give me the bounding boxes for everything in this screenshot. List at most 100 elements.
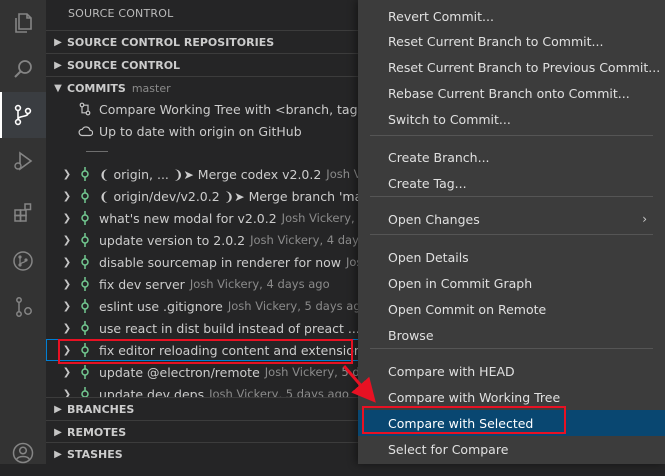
chevron-right-icon: ❯ (62, 256, 72, 268)
section-label: SOURCE CONTROL REPOSITORIES (67, 35, 275, 49)
menu-item-reset-current-branch-to-commit[interactable]: Reset Current Branch to Commit... (358, 28, 665, 54)
commit-row[interactable]: ❯ use react in dist build instead of prea… (46, 317, 376, 339)
commit-row[interactable]: ❯ what's new modal for v2.0.2 Josh Vickery… (46, 207, 376, 229)
menu-item-rebase-current-branch-onto-commit[interactable]: Rebase Current Branch onto Commit... (358, 80, 665, 106)
menu-item-label: Browse (388, 327, 434, 343)
menu-item-revert-commit[interactable]: Revert Commit... (358, 3, 665, 29)
commit-message: ❨ origin/dev/v2.0.2 ❩➤ Merge branch 'mas… (99, 188, 376, 204)
chevron-right-icon: ❯ (62, 300, 72, 312)
chevron-right-icon: ▶ (54, 59, 62, 71)
menu-item-switch-to-commit[interactable]: Switch to Commit... (358, 106, 665, 132)
menu-item-create-tag[interactable]: Create Tag... (358, 170, 665, 196)
chevron-right-icon: ▶ (54, 36, 62, 48)
highlight-compare-with-selected (362, 406, 566, 434)
commit-row[interactable]: ❯disable sourcemap in renderer for nowJo… (46, 251, 376, 273)
commit-row[interactable]: ❯ update @electron/remote Josh Vickery, 5 … (46, 361, 376, 383)
menu-item-label: Open Commit on Remote (388, 301, 547, 317)
commit-row[interactable]: ❯ ❨ origin/dev/v2.0.2 ❩➤ Merge branch 'ma… (46, 185, 376, 207)
section-label: COMMITS (67, 81, 126, 95)
annotation-arrow-icon (342, 365, 376, 403)
section-stashes[interactable]: ▶ STASHES (46, 442, 376, 465)
status-text: Up to date with origin on GitHub (99, 123, 302, 139)
section-label: SOURCE CONTROL (67, 58, 181, 72)
commit-icon (77, 321, 93, 335)
submenu-arrow-icon: › (642, 212, 647, 226)
search-button[interactable] (0, 46, 46, 92)
commit-row[interactable]: ❯ update version to 2.0.2 Josh Vickery, 4 … (46, 229, 376, 251)
menu-separator (370, 196, 653, 197)
section-branches[interactable]: ▶ BRANCHES (46, 397, 376, 420)
section-remotes[interactable]: ▶ REMOTES (46, 420, 376, 443)
menu-item-label: Reset Current Branch to Previous Commit.… (388, 59, 661, 75)
context-menu: Revert Commit... Reset Current Branch to … (358, 0, 665, 464)
commit-row[interactable]: ❯ eslint use .gitignore Josh Vickery, 5 da… (46, 295, 376, 317)
compare-working-tree-item[interactable]: Compare Working Tree with <branch, tag, … (46, 98, 376, 120)
separator-line (86, 151, 108, 152)
menu-item-label: Rebase Current Branch onto Commit... (388, 85, 630, 101)
section-label: BRANCHES (67, 402, 135, 416)
section-commits[interactable]: ▼ COMMITS master (46, 76, 376, 99)
menu-item-label: Create Tag... (388, 175, 467, 191)
menu-item-open-changes[interactable]: Open Changes › (358, 206, 665, 232)
gitlens-icon (13, 251, 33, 271)
menu-separator (370, 348, 653, 349)
chevron-right-icon: ❯ (62, 212, 72, 224)
accounts-button[interactable] (0, 430, 46, 476)
chevron-right-icon: ▶ (54, 448, 62, 460)
section-label: REMOTES (67, 425, 127, 439)
status-item[interactable]: Up to date with origin on GitHub (46, 120, 376, 142)
menu-item-label: Select for Compare (388, 441, 509, 457)
menu-item-label: Open in Commit Graph (388, 275, 533, 291)
commit-icon (77, 233, 93, 247)
menu-item-create-branch[interactable]: Create Branch... (358, 144, 665, 170)
compare-icon (77, 102, 93, 116)
menu-item-label: Reset Current Branch to Commit... (388, 33, 604, 49)
run-debug-icon (14, 151, 33, 171)
source-control-button[interactable] (0, 92, 46, 138)
commit-icon (77, 167, 93, 181)
run-debug-button[interactable] (0, 138, 46, 184)
menu-item-open-details[interactable]: Open Details (358, 244, 665, 270)
commit-message: ❨ origin, ... ❩➤ Merge codex v2.0.2 (99, 166, 322, 182)
commit-message: disable sourcemap in renderer for now (99, 254, 341, 270)
section-source-control-repositories[interactable]: ▶ SOURCE CONTROL REPOSITORIES (46, 30, 376, 53)
explorer-button[interactable] (0, 0, 46, 46)
remote-explorer-button[interactable] (0, 284, 46, 330)
commit-icon (77, 299, 93, 313)
chevron-right-icon: ❯ (62, 234, 72, 246)
menu-item-open-commit-on-remote[interactable]: Open Commit on Remote (358, 296, 665, 322)
commit-icon (77, 365, 93, 379)
activity-bar (0, 0, 46, 464)
commit-row[interactable]: ❯ ❨ origin, ... ❩➤ Merge codex v2.0.2 Josh… (46, 163, 376, 185)
files-icon (15, 13, 32, 33)
commit-message: what's new modal for v2.0.2 (99, 210, 277, 226)
remote-explorer-icon (16, 297, 32, 317)
source-control-icon (14, 104, 32, 126)
menu-item-label: Create Branch... (388, 149, 490, 165)
commit-icon (77, 189, 93, 203)
menu-item-label: Switch to Commit... (388, 111, 511, 127)
commit-message: eslint use .gitignore (99, 298, 223, 314)
commit-message: update version to 2.0.2 (99, 232, 246, 248)
chevron-right-icon: ❯ (62, 190, 72, 202)
menu-item-open-in-commit-graph[interactable]: Open in Commit Graph (358, 270, 665, 296)
compare-text: Compare Working Tree with <branch, tag, … (99, 101, 376, 117)
chevron-right-icon: ❯ (62, 322, 72, 334)
commit-meta: Josh Vickery, 5 days ago (227, 299, 368, 313)
chevron-right-icon: ▶ (54, 426, 62, 438)
extensions-button[interactable] (0, 190, 46, 236)
menu-separator (370, 234, 653, 235)
menu-item-reset-current-branch-to-previous-commit[interactable]: Reset Current Branch to Previous Commit.… (358, 54, 665, 80)
menu-item-compare-with-head[interactable]: Compare with HEAD (358, 358, 665, 384)
highlight-selected-commit (58, 339, 353, 364)
menu-item-browse[interactable]: Browse (358, 322, 665, 348)
cloud-icon (77, 125, 93, 137)
commit-row[interactable]: ❯ fix dev server Josh Vickery, 4 days ago (46, 273, 376, 295)
commit-icon (77, 277, 93, 291)
sidebar-title: SOURCE CONTROL (68, 7, 174, 20)
menu-item-select-for-compare[interactable]: Select for Compare (358, 436, 665, 462)
section-source-control[interactable]: ▶ SOURCE CONTROL (46, 53, 376, 76)
gitlens-button[interactable] (0, 238, 46, 284)
branch-name: master (131, 81, 171, 95)
menu-item-label: Compare with Working Tree (388, 389, 561, 405)
